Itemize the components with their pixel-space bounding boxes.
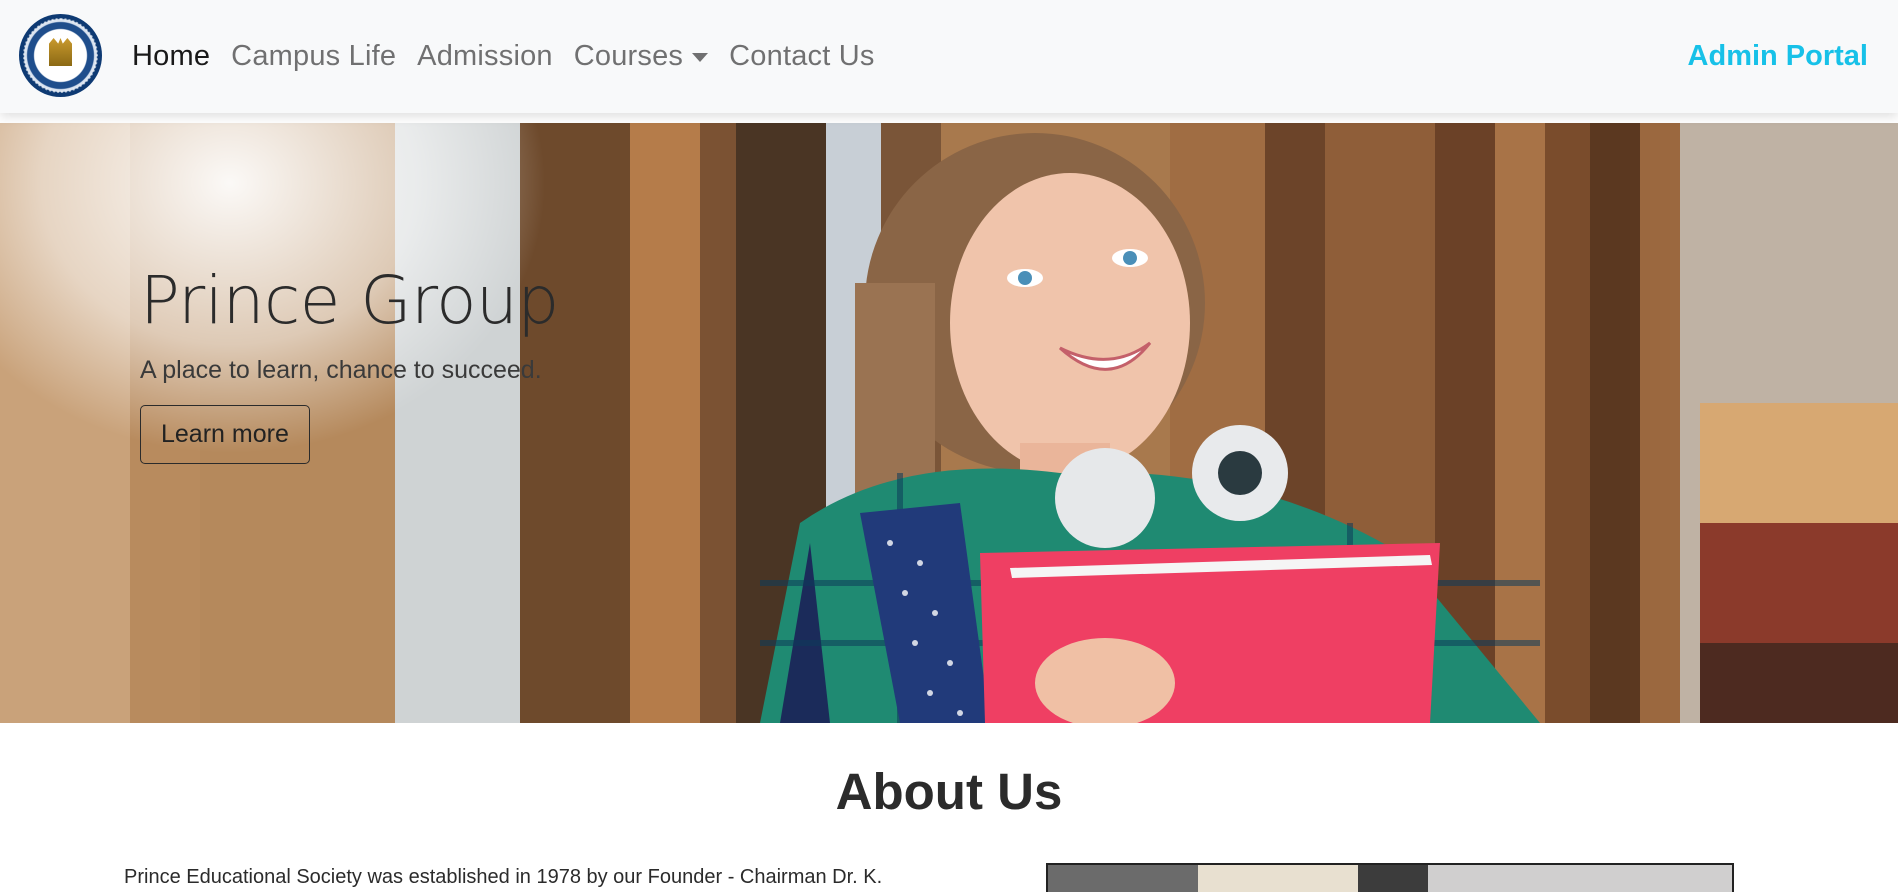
nav-admission-link[interactable]: Admission — [417, 40, 553, 73]
nav-campus-life-link[interactable]: Campus Life — [231, 40, 396, 73]
nav-courses-dropdown[interactable]: Courses — [573, 40, 709, 73]
logo-crest-icon — [49, 38, 72, 66]
admin-portal-link[interactable]: Admin Portal — [1688, 0, 1868, 113]
about-us-heading: About Us — [835, 763, 1063, 820]
hero-title: Prince Group — [140, 262, 559, 339]
about-us-image — [1046, 863, 1734, 892]
top-navbar: Home Campus Life Admission Courses Conta… — [0, 0, 1898, 113]
nav-links: Home Campus Life Admission Courses Conta… — [132, 0, 896, 113]
nav-contact-us-link[interactable]: Contact Us — [729, 40, 874, 73]
hero-caption: Prince Group A place to learn, chance to… — [140, 268, 559, 464]
nav-home-link[interactable]: Home — [132, 40, 210, 73]
hero-subtitle: A place to learn, chance to succeed. — [140, 356, 542, 384]
college-logo[interactable] — [19, 14, 102, 97]
nav-courses-label: Courses — [573, 40, 684, 72]
caret-down-icon — [692, 53, 709, 62]
hero-carousel: Prince Group A place to learn, chance to… — [0, 123, 1898, 723]
about-us-text: Prince Educational Society was establish… — [124, 866, 883, 888]
learn-more-button[interactable]: Learn more — [140, 405, 310, 464]
